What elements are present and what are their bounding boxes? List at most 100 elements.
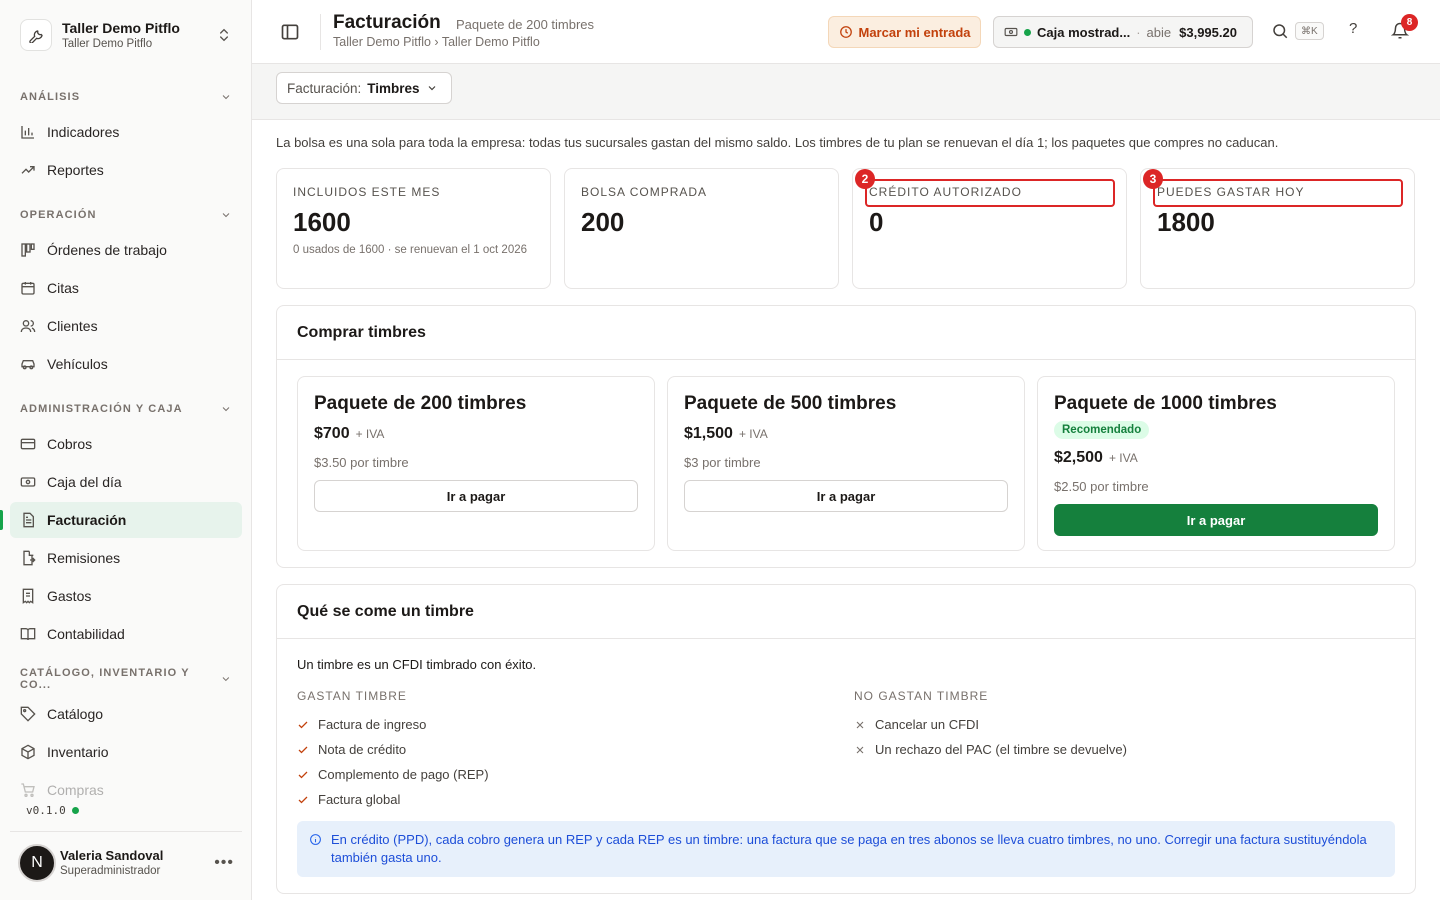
section-operacion[interactable]: OPERACIÓN — [0, 198, 252, 232]
org-name: Taller Demo Pitflo — [62, 20, 180, 36]
sidebar-item-contabilidad[interactable]: Contabilidad — [10, 616, 242, 652]
wrench-icon — [20, 19, 52, 51]
sidebar-item-caja[interactable]: Caja del día — [10, 464, 242, 500]
package-price: $1,500 — [684, 425, 733, 442]
help-icon[interactable]: ? — [1349, 20, 1357, 37]
list-item: Factura global — [297, 792, 400, 807]
stat-value: 1600 — [293, 207, 351, 237]
chevron-down-icon — [222, 407, 230, 412]
package-tax: + IVA — [355, 427, 385, 441]
sidebar-item-clientes[interactable]: Clientes — [10, 308, 242, 344]
highlight-marker: 2 — [855, 169, 875, 189]
pay-button[interactable]: Ir a pagar — [684, 480, 1008, 512]
package-title: Paquete de 1000 timbres — [1054, 393, 1277, 414]
tag-icon — [20, 706, 36, 722]
intro-text: La bolsa es una sola para toda la empres… — [276, 135, 1279, 150]
sidebar-item-indicadores[interactable]: Indicadores — [10, 114, 242, 150]
stat-value: 1800 — [1157, 207, 1215, 237]
section-title: OPERACIÓN — [20, 209, 97, 221]
user-menu[interactable]: N Valeria Sandoval Superadministrador ••… — [10, 831, 242, 893]
sidebar-item-label: Indicadores — [47, 124, 120, 140]
list-item: Nota de crédito — [297, 742, 406, 757]
section-analisis[interactable]: ANÁLISIS — [0, 80, 252, 114]
section-title: CATÁLOGO, INVENTARIO Y CO... — [20, 667, 190, 691]
cash-register-separator: · — [1136, 24, 1141, 40]
x-icon — [856, 721, 864, 728]
clock-in-label: Marcar mi entrada — [858, 24, 971, 40]
sidebar-item-gastos[interactable]: Gastos — [10, 578, 242, 614]
check-icon — [298, 796, 308, 803]
sidebar-toggle-icon[interactable] — [280, 22, 300, 42]
billing-section-select[interactable]: Facturación: Timbres — [276, 72, 452, 104]
clock-in-button[interactable]: Marcar mi entrada — [828, 16, 981, 48]
list-item-label: Nota de crédito — [318, 742, 407, 757]
sidebar-item-label: Remisiones — [47, 550, 121, 566]
more-icon[interactable]: ••• — [214, 854, 234, 872]
package-unit-price: $2.50 por timbre — [1054, 479, 1149, 494]
sidebar-item-cobros[interactable]: Cobros — [10, 426, 242, 462]
sidebar-item-reportes[interactable]: Reportes — [10, 152, 242, 188]
stamp-definition: Un timbre es un CFDI timbrado con éxito. — [297, 657, 537, 672]
sidebar-item-label: Clientes — [47, 318, 98, 334]
user-role: Superadministrador — [60, 865, 161, 877]
list-item: Cancelar un CFDI — [854, 717, 979, 732]
sidebar-item-citas[interactable]: Citas — [10, 270, 242, 306]
package-card-500: Paquete de 500 timbres $1,500 + IVA $3 po… — [667, 376, 1025, 551]
sidebar-item-remisiones[interactable]: Remisiones — [10, 540, 242, 576]
section-catalogo[interactable]: CATÁLOGO, INVENTARIO Y CO... — [0, 662, 252, 696]
package-title: Paquete de 200 timbres — [314, 393, 527, 414]
select-value: Timbres — [367, 80, 420, 96]
list-item-label: Factura de ingreso — [318, 717, 427, 732]
version-label: v0.1.0 — [26, 804, 66, 817]
pay-button[interactable]: Ir a pagar — [314, 480, 638, 512]
page-subtitle: Paquete de 200 timbres — [456, 17, 595, 32]
users-icon — [20, 320, 36, 333]
cart-icon — [21, 783, 35, 797]
sidebar-item-label: Órdenes de trabajo — [47, 242, 167, 258]
top-header: Facturación Paquete de 200 timbres Talle… — [252, 0, 1440, 64]
stat-card-credito: 2 CRÉDITO AUTORIZADO 0 — [852, 168, 1127, 289]
stat-value: 0 — [869, 207, 884, 237]
list-item-label: Un rechazo del PAC (el timbre se devuelv… — [875, 742, 1127, 757]
search-icon[interactable] — [1271, 22, 1289, 40]
sidebar-item-ordenes[interactable]: Órdenes de trabajo — [10, 232, 242, 268]
breadcrumb: Taller Demo Pitflo › Taller Demo Pitflo — [333, 35, 540, 49]
avatar: N — [18, 843, 56, 882]
spend-column-title: GASTAN TIMBRE — [297, 689, 407, 703]
package-unit-price: $3 por timbre — [684, 455, 761, 470]
sidebar-item-facturacion[interactable]: Facturación — [0, 502, 242, 538]
sidebar: Taller Demo Pitflo Taller Demo Pitflo AN… — [0, 0, 252, 900]
stat-card-incluidos: INCLUIDOS ESTE MES 1600 0 usados de 1600… — [276, 168, 551, 289]
list-item: Complemento de pago (REP) — [297, 767, 489, 782]
receipt-icon — [22, 588, 34, 604]
sidebar-nav: ANÁLISIS Indicadores Reportes OPERACIÓN … — [0, 80, 252, 810]
sidebar-item-label: Reportes — [47, 162, 104, 178]
pay-button[interactable]: Ir a pagar — [1054, 504, 1378, 536]
cash-register-state: abie — [1146, 24, 1172, 40]
cash-register-name: Caja mostrad... — [1037, 24, 1131, 40]
sidebar-item-compras[interactable]: Compras — [10, 772, 242, 808]
check-icon — [298, 746, 308, 753]
info-callout-text: En crédito (PPD), cada cobro genera un R… — [331, 832, 1367, 865]
section-title: ADMINISTRACIÓN Y CAJA — [20, 403, 183, 415]
sidebar-item-catalogo[interactable]: Catálogo — [10, 696, 242, 732]
trending-up-icon — [21, 166, 35, 174]
info-icon — [310, 834, 321, 845]
app-version: v0.1.0 — [26, 804, 79, 817]
select-label: Facturación: — [287, 80, 362, 96]
cash-register-status[interactable]: Caja mostrad... · abie $3,995.20 — [993, 16, 1253, 48]
section-administracion[interactable]: ADMINISTRACIÓN Y CAJA — [0, 392, 252, 426]
open-status-dot — [1024, 28, 1031, 36]
page-title: Facturación — [333, 12, 441, 33]
sidebar-item-vehiculos[interactable]: Vehículos — [10, 346, 242, 382]
chevron-down-icon — [222, 95, 230, 100]
stat-note: 0 usados de 1600 · se renuevan el 1 oct … — [293, 244, 528, 256]
calendar-icon — [21, 282, 35, 295]
org-switcher[interactable]: Taller Demo Pitflo Taller Demo Pitflo — [10, 10, 242, 60]
stat-label: BOLSA COMPRADA — [581, 185, 708, 199]
list-item-label: Cancelar un CFDI — [875, 717, 980, 732]
car-icon — [21, 360, 35, 370]
sidebar-item-inventario[interactable]: Inventario — [10, 734, 242, 770]
sidebar-item-label: Inventario — [47, 744, 109, 760]
clock-icon — [839, 26, 852, 38]
